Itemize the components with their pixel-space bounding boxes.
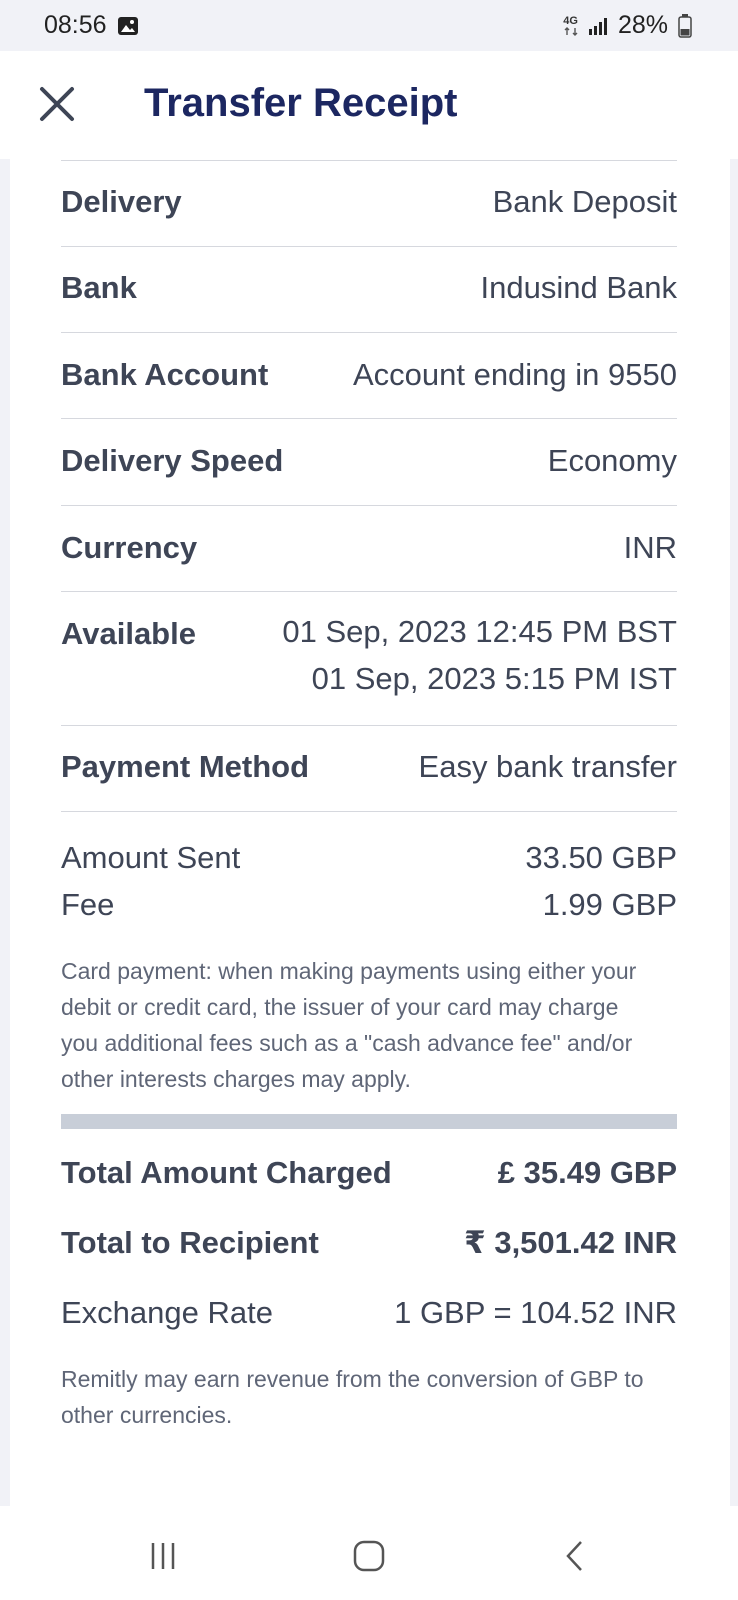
detail-label: Available bbox=[61, 616, 196, 651]
recent-apps-button[interactable] bbox=[138, 1536, 188, 1576]
detail-value: INR bbox=[623, 530, 677, 565]
close-button[interactable] bbox=[36, 83, 78, 125]
exchange-rate-value: 1 GBP = 104.52 INR bbox=[394, 1295, 677, 1330]
amount-sent-row: Amount Sent 33.50 GBP bbox=[61, 840, 677, 876]
total-recipient-label: Total to Recipient bbox=[61, 1225, 319, 1260]
detail-label: Payment Method bbox=[61, 749, 310, 784]
battery-icon bbox=[678, 13, 692, 38]
back-button[interactable] bbox=[550, 1536, 600, 1576]
detail-row-delivery: Delivery Bank Deposit bbox=[61, 184, 677, 220]
receipt-card: Delivery Bank Deposit Bank Indusind Bank… bbox=[10, 159, 730, 1506]
detail-row-currency: Currency INR bbox=[61, 530, 677, 566]
gallery-icon bbox=[117, 16, 138, 35]
status-left: 08:56 bbox=[44, 11, 139, 40]
total-recipient-row: Total to Recipient ₹ 3,501.42 INR bbox=[61, 1225, 677, 1261]
available-values: 01 Sep, 2023 12:45 PM BST 01 Sep, 2023 5… bbox=[282, 608, 677, 702]
fee-label: Fee bbox=[61, 887, 115, 922]
exchange-rate-row: Exchange Rate 1 GBP = 104.52 INR bbox=[61, 1295, 677, 1331]
battery-percent: 28% bbox=[617, 11, 668, 39]
status-time: 08:56 bbox=[44, 11, 107, 39]
detail-row-bank: Bank Indusind Bank bbox=[61, 270, 677, 306]
divider bbox=[61, 246, 677, 247]
status-bar: 08:56 4G 28% bbox=[0, 0, 738, 51]
detail-label: Delivery bbox=[61, 184, 182, 219]
detail-label: Delivery Speed bbox=[61, 443, 284, 478]
amount-sent-value: 33.50 GBP bbox=[525, 840, 677, 875]
separator-bar bbox=[61, 1114, 677, 1129]
navigation-bar bbox=[0, 1506, 738, 1600]
detail-value: 01 Sep, 2023 12:45 PM BST bbox=[282, 614, 677, 649]
detail-row-payment-method: Payment Method Easy bank transfer bbox=[61, 749, 677, 785]
detail-value: Account ending in 9550 bbox=[352, 357, 677, 392]
fee-row: Fee 1.99 GBP bbox=[61, 887, 677, 923]
header: Transfer Receipt bbox=[0, 51, 738, 159]
detail-label: Bank Account bbox=[61, 357, 269, 392]
detail-row-available: Available 01 Sep, 2023 12:45 PM BST 01 S… bbox=[61, 614, 677, 702]
divider bbox=[61, 160, 677, 161]
revenue-note: Remitly may earn revenue from the conver… bbox=[61, 1366, 644, 1428]
network-label: 4G bbox=[563, 14, 578, 27]
home-button[interactable] bbox=[344, 1536, 394, 1576]
status-right: 4G 28% bbox=[563, 11, 692, 40]
network-arrows-icon bbox=[564, 26, 578, 36]
detail-value: Economy bbox=[547, 443, 677, 478]
signal-icon bbox=[588, 17, 607, 35]
card-payment-note: Card payment: when making payments using… bbox=[61, 958, 637, 1092]
close-icon bbox=[40, 87, 74, 121]
back-icon bbox=[566, 1541, 582, 1571]
exchange-rate-label: Exchange Rate bbox=[61, 1295, 273, 1330]
detail-row-bank-account: Bank Account Account ending in 9550 bbox=[61, 357, 677, 393]
detail-value: Easy bank transfer bbox=[418, 749, 677, 784]
home-icon bbox=[353, 1540, 385, 1572]
total-charged-label: Total Amount Charged bbox=[61, 1155, 392, 1190]
total-recipient-value: ₹ 3,501.42 INR bbox=[464, 1225, 677, 1260]
divider bbox=[61, 591, 677, 592]
divider bbox=[61, 811, 677, 812]
detail-row-delivery-speed: Delivery Speed Economy bbox=[61, 443, 677, 479]
divider bbox=[61, 418, 677, 419]
detail-label: Currency bbox=[61, 530, 198, 565]
network-icon: 4G bbox=[563, 14, 578, 36]
detail-label: Bank bbox=[61, 270, 137, 305]
divider bbox=[61, 725, 677, 726]
total-charged-value: £ 35.49 GBP bbox=[497, 1155, 677, 1190]
total-charged-row: Total Amount Charged £ 35.49 GBP bbox=[61, 1155, 677, 1191]
page-title: Transfer Receipt bbox=[144, 81, 458, 125]
detail-value: Bank Deposit bbox=[492, 184, 677, 219]
detail-value: Indusind Bank bbox=[480, 270, 677, 305]
receipt-content: Delivery Bank Deposit Bank Indusind Bank… bbox=[61, 159, 677, 1506]
fee-value: 1.99 GBP bbox=[542, 887, 677, 922]
amount-sent-label: Amount Sent bbox=[61, 840, 241, 875]
divider bbox=[61, 505, 677, 506]
recent-apps-icon bbox=[151, 1543, 175, 1569]
detail-value-secondary: 01 Sep, 2023 5:15 PM IST bbox=[311, 661, 677, 696]
divider bbox=[61, 332, 677, 333]
